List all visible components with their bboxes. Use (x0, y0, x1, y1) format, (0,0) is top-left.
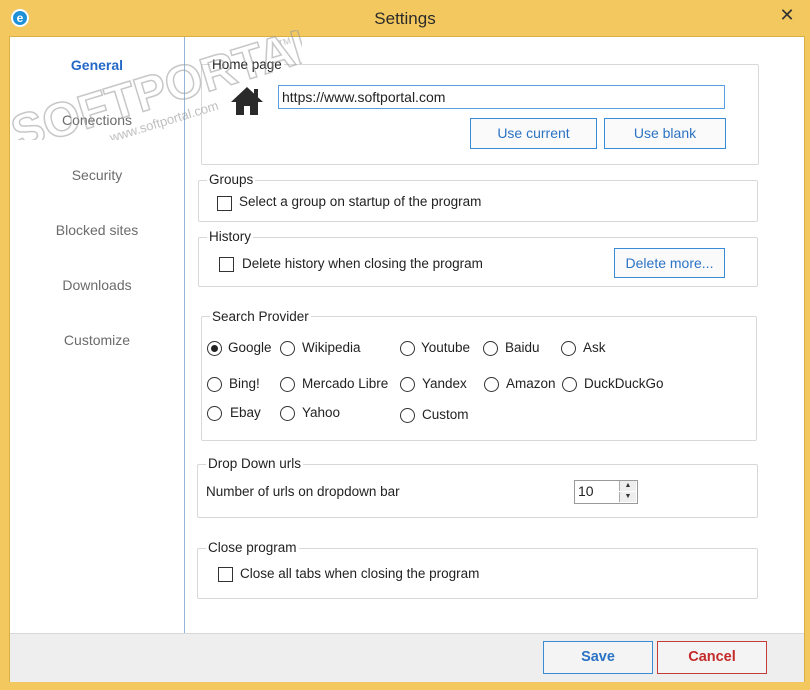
home-page-group: Home page https://www.softportal.com Use… (201, 57, 759, 165)
radio-custom-label: Custom (422, 407, 469, 422)
startup-group-checkbox[interactable] (217, 196, 232, 211)
close-tabs-checkbox[interactable] (218, 567, 233, 582)
sidebar-item-downloads[interactable]: Downloads (10, 277, 184, 293)
history-label: History (207, 229, 254, 244)
radio-amazon[interactable] (484, 377, 499, 392)
radio-duckduckgo-label: DuckDuckGo (584, 376, 664, 391)
use-blank-button[interactable]: Use blank (604, 118, 726, 149)
radio-baidu[interactable] (483, 341, 498, 356)
radio-duckduckgo[interactable] (562, 377, 577, 392)
settings-sidebar: General Conections Security Blocked site… (10, 37, 185, 633)
groups-group: Groups Select a group on startup of the … (198, 172, 758, 222)
home-page-label: Home page (210, 57, 284, 72)
radio-youtube-label: Youtube (421, 340, 471, 355)
general-settings-panel: Home page https://www.softportal.com Use… (185, 37, 804, 633)
save-button[interactable]: Save (543, 641, 653, 674)
radio-mercado-libre[interactable] (280, 377, 295, 392)
stepper-down-icon[interactable]: ▼ (619, 492, 636, 502)
dropdown-urls-count-value[interactable]: 10 (578, 483, 594, 499)
radio-ask-label: Ask (583, 340, 606, 355)
radio-amazon-label: Amazon (506, 376, 556, 391)
sidebar-item-general[interactable]: General (10, 57, 184, 73)
settings-client-area: General Conections Security Blocked site… (9, 36, 805, 682)
startup-group-checkbox-label: Select a group on startup of the program (239, 194, 482, 209)
footer-bar: Save Cancel (10, 633, 804, 682)
radio-yandex-label: Yandex (422, 376, 467, 391)
dropdown-urls-count-label: Number of urls on dropdown bar (206, 484, 400, 499)
stepper-up-icon[interactable]: ▲ (619, 481, 636, 491)
radio-bing-label: Bing! (229, 376, 260, 391)
radio-ebay[interactable] (207, 406, 222, 421)
close-program-label: Close program (206, 540, 299, 555)
radio-google[interactable] (207, 341, 222, 356)
sidebar-item-connections[interactable]: Conections (10, 112, 184, 128)
home-page-url-input[interactable]: https://www.softportal.com (278, 85, 725, 109)
dropdown-urls-label: Drop Down urls (206, 456, 304, 471)
radio-yahoo-label: Yahoo (302, 405, 341, 420)
sidebar-item-blocked-sites[interactable]: Blocked sites (10, 222, 184, 238)
dropdown-urls-stepper[interactable]: 10 ▲ ▼ (574, 480, 638, 504)
sidebar-item-security[interactable]: Security (10, 167, 184, 183)
delete-history-checkbox-label: Delete history when closing the program (242, 256, 483, 271)
radio-google-label: Google (228, 340, 272, 355)
home-icon (231, 87, 263, 115)
title-bar: e Settings ✕ (0, 0, 810, 36)
history-group: History Delete history when closing the … (198, 229, 758, 287)
radio-yahoo[interactable] (280, 406, 295, 421)
settings-window: e Settings ✕ General Conections Security… (0, 0, 810, 690)
delete-more-button[interactable]: Delete more... (614, 248, 725, 278)
close-program-group: Close program Close all tabs when closin… (197, 540, 758, 599)
radio-custom[interactable] (400, 408, 415, 423)
close-tabs-checkbox-label: Close all tabs when closing the program (240, 566, 480, 581)
radio-baidu-label: Baidu (505, 340, 540, 355)
radio-wikipedia-label: Wikipedia (302, 340, 361, 355)
sidebar-item-customize[interactable]: Customize (10, 332, 184, 348)
cancel-button[interactable]: Cancel (657, 641, 767, 674)
radio-youtube[interactable] (400, 341, 415, 356)
use-current-button[interactable]: Use current (470, 118, 597, 149)
radio-ask[interactable] (561, 341, 576, 356)
groups-label: Groups (207, 172, 256, 187)
search-provider-label: Search Provider (210, 309, 311, 324)
window-title: Settings (374, 9, 436, 28)
radio-bing[interactable] (207, 377, 222, 392)
radio-mercado-libre-label: Mercado Libre (302, 376, 389, 391)
close-icon[interactable]: ✕ (764, 0, 810, 30)
dropdown-urls-group: Drop Down urls Number of urls on dropdow… (197, 456, 758, 518)
radio-yandex[interactable] (400, 377, 415, 392)
radio-wikipedia[interactable] (280, 341, 295, 356)
delete-history-checkbox[interactable] (219, 257, 234, 272)
search-provider-group: Search Provider Google Wikipedia Youtube… (201, 309, 757, 441)
radio-ebay-label: Ebay (230, 405, 261, 420)
